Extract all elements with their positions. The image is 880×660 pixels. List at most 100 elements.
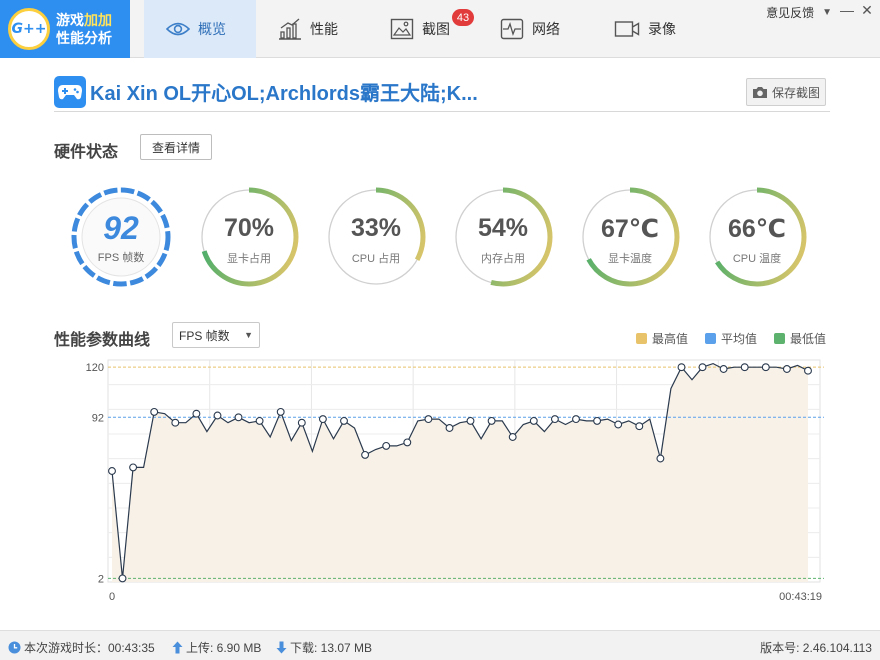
clock-icon bbox=[8, 641, 21, 654]
legend-avg-label: 平均值 bbox=[721, 332, 758, 346]
fps-data-point bbox=[108, 467, 116, 475]
fps-data-point bbox=[340, 416, 348, 425]
top-bar: G++ 游戏加加 性能分析 概览 性能 截图 43 网络 录像 意见反馈 ▼ —… bbox=[0, 0, 880, 58]
chevron-down-icon: ▼ bbox=[822, 7, 832, 18]
cpu-usage-value: 33% bbox=[350, 214, 402, 242]
legend-avg: 平均值 bbox=[705, 330, 757, 347]
fps-data-point bbox=[635, 422, 644, 431]
play-duration-text: 本次游戏时长：00:43:35 bbox=[24, 641, 155, 655]
tab-network[interactable]: 网络 bbox=[500, 0, 590, 58]
fps-data-point bbox=[804, 366, 812, 375]
pulse-icon bbox=[500, 18, 524, 40]
eye-icon bbox=[166, 22, 190, 36]
camera-icon bbox=[752, 86, 767, 98]
tab-screenshots-label: 截图 bbox=[422, 21, 450, 37]
save-screenshot-button[interactable]: 保存截图 bbox=[746, 78, 826, 106]
gauge-fps: 92 FPS 帧数 bbox=[70, 186, 172, 288]
tab-overview[interactable]: 概览 bbox=[144, 0, 256, 58]
curve-section-title: 性能参数曲线 bbox=[54, 332, 151, 349]
legend-min-label: 最低值 bbox=[790, 332, 827, 346]
cpu-usage-label: CPU 占用 bbox=[351, 253, 401, 265]
arrow-down-icon bbox=[276, 641, 287, 654]
metric-select[interactable]: FPS 帧数 ▼ bbox=[172, 322, 260, 348]
fps-data-point bbox=[318, 415, 327, 424]
close-button[interactable]: ✕ bbox=[858, 2, 876, 19]
fps-chart: 120 92 2 0 00:43:19 bbox=[86, 359, 824, 603]
gpu-temp-value: 67℃ bbox=[600, 215, 660, 243]
minimize-button[interactable]: — bbox=[838, 2, 856, 18]
fps-data-point bbox=[466, 416, 475, 425]
feedback-label: 意见反馈 bbox=[766, 6, 815, 20]
fps-data-point bbox=[424, 415, 433, 424]
fps-data-point bbox=[550, 415, 559, 424]
logo-text: 游戏加加 性能分析 bbox=[56, 11, 112, 47]
bar-chart-icon bbox=[279, 18, 301, 40]
status-bar: 本次游戏时长：00:43:35 上传: 6.90 MB 下载: 13.07 MB… bbox=[0, 630, 880, 660]
y-tick-max: 120 bbox=[86, 362, 104, 374]
fps-data-point bbox=[118, 574, 127, 583]
tab-network-label: 网络 bbox=[532, 21, 560, 37]
chart-area bbox=[112, 363, 808, 582]
fps-data-point bbox=[234, 413, 243, 422]
legend-min: 最低值 bbox=[774, 330, 826, 347]
fps-data-point bbox=[656, 454, 665, 463]
legend-max-label: 最高值 bbox=[652, 332, 689, 346]
cpu-temp-label: CPU 温度 bbox=[732, 253, 782, 265]
screenshot-count-badge: 43 bbox=[452, 9, 474, 26]
fps-data-point bbox=[297, 418, 306, 427]
tab-performance[interactable]: 性能 bbox=[278, 0, 368, 58]
save-screenshot-label: 保存截图 bbox=[771, 85, 820, 100]
fps-data-point bbox=[129, 463, 138, 472]
chevron-down-icon: ▼ bbox=[244, 330, 253, 340]
fps-data-point bbox=[150, 407, 159, 416]
app-logo: G++ 游戏加加 性能分析 bbox=[0, 0, 130, 58]
fps-data-point bbox=[171, 418, 180, 427]
gpu-temp-label: 显卡温度 bbox=[608, 253, 652, 265]
fps-data-point bbox=[593, 416, 602, 425]
tab-screenshots[interactable]: 截图 43 bbox=[390, 0, 480, 58]
fps-data-point bbox=[614, 420, 623, 429]
image-icon bbox=[390, 18, 414, 40]
version-text: 版本号: 2.46.104.113 bbox=[760, 641, 872, 655]
fps-data-point bbox=[508, 433, 517, 441]
fps-data-point bbox=[255, 416, 264, 425]
fps-data-point bbox=[761, 363, 770, 372]
fps-data-point bbox=[382, 441, 391, 450]
logo-text-line2: 性能分析 bbox=[56, 30, 112, 46]
gauge-memory-usage: 54% 内存占用 bbox=[452, 186, 554, 288]
tab-overview-label: 概览 bbox=[198, 21, 226, 37]
x-axis-end-label: 00:43:19 bbox=[779, 591, 822, 603]
fps-data-point bbox=[782, 365, 791, 373]
x-axis-start-label: 0 bbox=[109, 591, 115, 603]
logo-text-line1b: 加加 bbox=[84, 12, 112, 28]
memory-usage-label: 内存占用 bbox=[481, 253, 525, 265]
legend-max-swatch bbox=[636, 333, 647, 344]
fps-data-point bbox=[677, 363, 686, 372]
close-icon: ✕ bbox=[861, 2, 873, 18]
fps-data-point bbox=[276, 407, 285, 416]
metric-select-value: FPS 帧数 bbox=[179, 328, 230, 343]
legend-max: 最高值 bbox=[636, 330, 688, 347]
play-duration: 本次游戏时长：00:43:35 bbox=[8, 639, 155, 656]
fps-data-point bbox=[740, 363, 749, 372]
gauge-cpu-temp: 66℃ CPU 温度 bbox=[706, 186, 808, 288]
upload-text: 上传: 6.90 MB bbox=[186, 641, 262, 655]
cpu-temp-value: 66℃ bbox=[727, 215, 787, 243]
minimize-icon: — bbox=[840, 2, 854, 18]
tab-video[interactable]: 录像 bbox=[614, 0, 704, 58]
fps-data-point bbox=[719, 365, 728, 373]
tab-performance-label: 性能 bbox=[310, 21, 338, 37]
fps-data-point bbox=[572, 415, 580, 424]
fps-value: 92 bbox=[103, 210, 139, 246]
game-title: Kai Xin OL开心OL;Archlords霸王大陆;K... bbox=[90, 83, 478, 105]
gpu-usage-value: 70% bbox=[223, 214, 275, 242]
view-details-button[interactable]: 查看详情 bbox=[140, 134, 212, 160]
gauge-cpu-usage: 33% CPU 占用 bbox=[325, 186, 427, 288]
fps-label: FPS 帧数 bbox=[97, 252, 145, 264]
game-header: Kai Xin OL开心OL;Archlords霸王大陆;K... 保存截图 bbox=[54, 72, 830, 112]
fps-data-point bbox=[445, 424, 454, 432]
y-tick-avg: 92 bbox=[92, 412, 104, 424]
gpu-usage-label: 显卡占用 bbox=[227, 253, 271, 265]
hardware-section-title: 硬件状态 bbox=[54, 144, 119, 161]
feedback-menu[interactable]: 意见反馈 ▼ bbox=[766, 4, 832, 21]
